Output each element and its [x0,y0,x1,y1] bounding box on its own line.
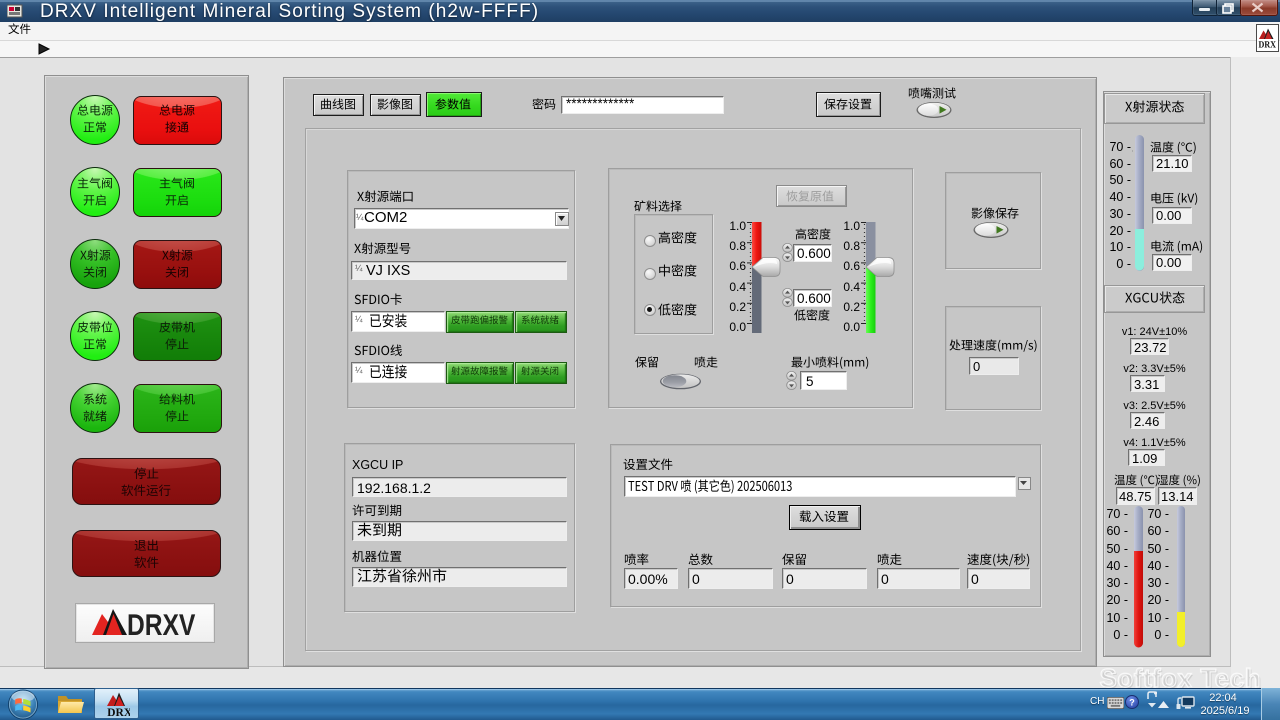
svg-text:?: ? [1129,698,1135,708]
